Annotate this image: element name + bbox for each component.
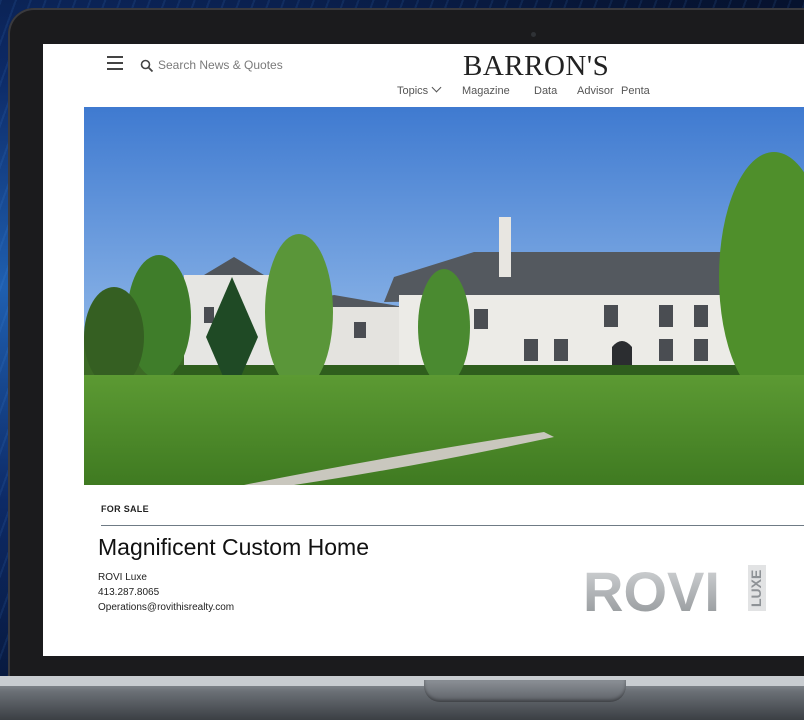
svg-text:LUXE: LUXE [748,570,764,607]
hero-house-photo [84,107,804,485]
browser-screen: Search News & Quotes BARRON'S Topics Mag… [43,44,804,656]
rovi-luxe-logo: ROVI LUXE [583,560,766,617]
svg-text:ROVI: ROVI [583,560,720,617]
search-input[interactable]: Search News & Quotes [158,58,283,72]
nav-penta[interactable]: Penta [621,85,650,97]
barrons-logo[interactable]: BARRON'S [463,50,609,83]
nav-topics-label: Topics [397,85,429,97]
nav-data[interactable]: Data [534,85,557,97]
chevron-down-icon [431,82,442,93]
nav-advisor[interactable]: Advisor [577,85,614,97]
laptop-base-edge [0,676,804,686]
for-sale-label: FOR SALE [101,504,149,514]
search-icon[interactable] [140,59,154,73]
agent-email[interactable]: Operations@rovithisrealty.com [98,602,234,613]
nav-topics[interactable]: Topics [397,82,442,97]
nav-magazine[interactable]: Magazine [462,85,510,97]
listing-title[interactable]: Magnificent Custom Home [98,534,369,561]
section-divider [101,525,804,526]
laptop-notch [424,680,626,702]
agent-phone[interactable]: 413.287.8065 [98,587,159,598]
menu-icon[interactable] [107,56,123,70]
camera-dot [531,32,536,37]
agent-name: ROVI Luxe [98,572,147,583]
